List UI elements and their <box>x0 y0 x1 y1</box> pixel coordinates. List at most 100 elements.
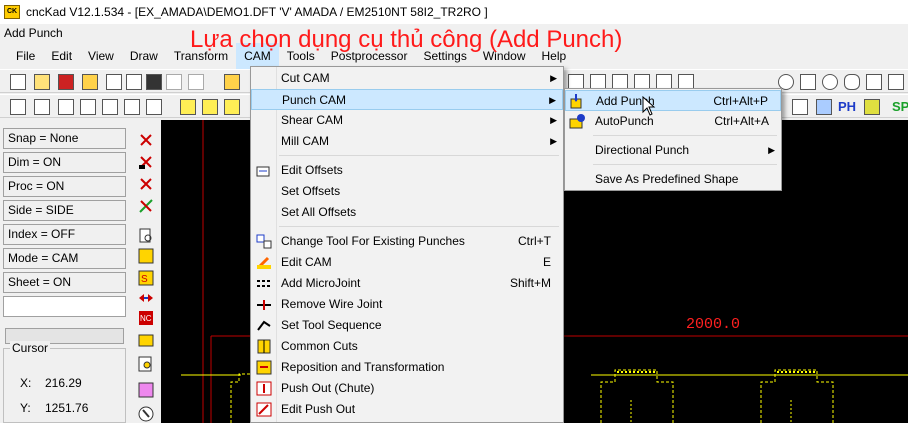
menu-item-edit-offsets[interactable]: Edit Offsets <box>251 160 563 181</box>
proc-status-button[interactable]: Proc = ON <box>3 176 126 197</box>
menu-item-shortcut: Shift+M <box>509 276 551 290</box>
step-icon[interactable] <box>146 99 162 115</box>
menu-item-label: Common Cuts <box>281 339 358 353</box>
cam-dropdown-menu: Cut CAM ▶ Punch CAM ▶ Shear CAM ▶ Mill CAM ▶… <box>250 66 564 423</box>
submenu-separator <box>593 135 777 136</box>
new-file-icon[interactable] <box>10 74 26 90</box>
sheet-status-button[interactable]: Sheet = ON <box>3 272 126 293</box>
menu-item-label: Save As Predefined Shape <box>595 172 739 186</box>
grid-icon[interactable] <box>224 99 240 115</box>
menu-item-save-predefined-shape[interactable]: Save As Predefined Shape <box>565 169 781 190</box>
side-status-button[interactable]: Side = SIDE <box>3 200 126 221</box>
menu-item-set-tool-sequence[interactable]: Set Tool Sequence <box>251 315 563 336</box>
menu-separator <box>279 226 559 227</box>
report-icon[interactable] <box>138 356 154 372</box>
menu-item-punch-cam[interactable]: Punch CAM ▶ <box>251 89 563 110</box>
edit-push-out-icon <box>256 402 272 417</box>
swap-arrows-icon[interactable] <box>138 290 154 306</box>
dim-icon[interactable] <box>102 99 118 115</box>
menu-item-label: Directional Punch <box>595 143 690 157</box>
menu-item-change-tool[interactable]: Change Tool For Existing Punches Ctrl+T <box>251 231 563 252</box>
sp-button[interactable]: SP <box>892 99 908 114</box>
nc-file-icon[interactable] <box>58 74 74 90</box>
menu-draw[interactable]: Draw <box>122 43 166 69</box>
open-folder-icon[interactable] <box>34 74 50 90</box>
menu-item-edit-cam[interactable]: Edit CAM E <box>251 252 563 273</box>
menu-item-mill-cam[interactable]: Mill CAM ▶ <box>251 131 563 152</box>
sheet-tool-icon[interactable] <box>138 248 154 264</box>
delete-region-icon[interactable] <box>138 176 154 192</box>
simulate-icon[interactable] <box>138 332 154 348</box>
menu-item-common-cuts[interactable]: Common Cuts <box>251 336 563 357</box>
menu-item-label: Add MicroJoint <box>281 276 361 290</box>
inspect-icon[interactable] <box>138 228 154 244</box>
submenu-arrow-icon: ▶ <box>550 73 557 83</box>
menu-item-label: Change Tool For Existing Punches <box>281 234 465 248</box>
sort-icon[interactable]: S <box>138 270 154 286</box>
slot-icon[interactable] <box>888 74 904 90</box>
menu-item-set-all-offsets[interactable]: Set All Offsets <box>251 202 563 223</box>
remove-joint-icon <box>257 300 271 310</box>
app-logo-icon: CK <box>4 5 20 19</box>
help-icon[interactable] <box>224 74 240 90</box>
box-icon[interactable] <box>58 99 74 115</box>
menu-item-shear-cam[interactable]: Shear CAM ▶ <box>251 110 563 131</box>
notch-icon[interactable] <box>80 99 96 115</box>
mode-status-button[interactable]: Mode = CAM <box>3 248 126 269</box>
dim-status-button[interactable]: Dim = ON <box>3 152 126 173</box>
snap-status-button[interactable]: Snap = None <box>3 128 126 149</box>
menu-item-reposition[interactable]: Reposition and Transformation <box>251 357 563 378</box>
save-icon[interactable] <box>146 74 162 90</box>
submenu-arrow-icon: ▶ <box>550 115 557 125</box>
menu-item-cut-cam[interactable]: Cut CAM ▶ <box>251 68 563 89</box>
ellipse-icon[interactable] <box>822 74 838 90</box>
print-icon[interactable] <box>126 74 142 90</box>
menu-item-shortcut: Ctrl+Alt+P <box>713 94 768 108</box>
menu-item-autopunch[interactable]: AutoPunch Ctrl+Alt+A <box>565 111 781 132</box>
window-title: cncKad V12.1.534 - [EX_AMADA\DEMO1.DFT '… <box>26 5 488 19</box>
menu-item-label: Edit Offsets <box>281 163 343 177</box>
menu-item-set-offsets[interactable]: Set Offsets <box>251 181 563 202</box>
angle-icon[interactable] <box>124 99 140 115</box>
delete-tool-icon[interactable] <box>138 154 154 170</box>
punch-tool-icon[interactable] <box>792 99 808 115</box>
pointer-icon[interactable] <box>138 406 154 422</box>
part-icon[interactable] <box>138 382 154 398</box>
chamfer-icon[interactable] <box>34 99 50 115</box>
menu-item-shortcut: E <box>542 255 551 269</box>
menu-item-add-microjoint[interactable]: Add MicroJoint Shift+M <box>251 273 563 294</box>
undo-icon[interactable] <box>166 74 182 90</box>
menu-item-add-punch[interactable]: Add Punch Ctrl+Alt+P <box>565 90 781 111</box>
menu-item-remove-wire-joint[interactable]: Remove Wire Joint <box>251 294 563 315</box>
nc-icon[interactable]: NC <box>138 310 154 326</box>
index-status-button[interactable]: Index = OFF <box>3 224 126 245</box>
reposition-icon <box>256 360 272 375</box>
cursor-x-value: 216.29 <box>45 376 82 390</box>
menu-item-directional-punch[interactable]: Directional Punch ▶ <box>565 140 781 161</box>
blank-field <box>3 296 126 317</box>
delete-path-icon[interactable] <box>138 198 154 214</box>
bar-code-icon[interactable] <box>816 99 832 115</box>
cursor-y-label: Y: <box>20 401 31 415</box>
open-nc-icon[interactable] <box>82 74 98 90</box>
arc-icon[interactable] <box>844 74 860 90</box>
snap-icon[interactable] <box>202 99 218 115</box>
menu-view[interactable]: View <box>80 43 122 69</box>
delete-cam-icon[interactable] <box>138 132 154 148</box>
edit-offsets-icon <box>256 166 270 177</box>
tool-sequence-icon <box>257 320 271 331</box>
export-icon[interactable] <box>106 74 122 90</box>
menu-item-label: Mill CAM <box>281 134 329 148</box>
ph-button[interactable]: PH <box>838 99 856 114</box>
measure-icon[interactable] <box>180 99 196 115</box>
menu-item-edit-push-out[interactable]: Edit Push Out <box>251 399 563 420</box>
menu-edit[interactable]: Edit <box>43 43 80 69</box>
rectangle-icon[interactable] <box>800 74 816 90</box>
autopunch-icon <box>569 114 585 129</box>
fillet-icon[interactable] <box>10 99 26 115</box>
help-dropdown-icon[interactable] <box>864 99 880 115</box>
menu-item-push-out[interactable]: Push Out (Chute) <box>251 378 563 399</box>
menu-file[interactable]: File <box>8 43 43 69</box>
redo-icon[interactable] <box>188 74 204 90</box>
polygon-icon[interactable] <box>866 74 882 90</box>
